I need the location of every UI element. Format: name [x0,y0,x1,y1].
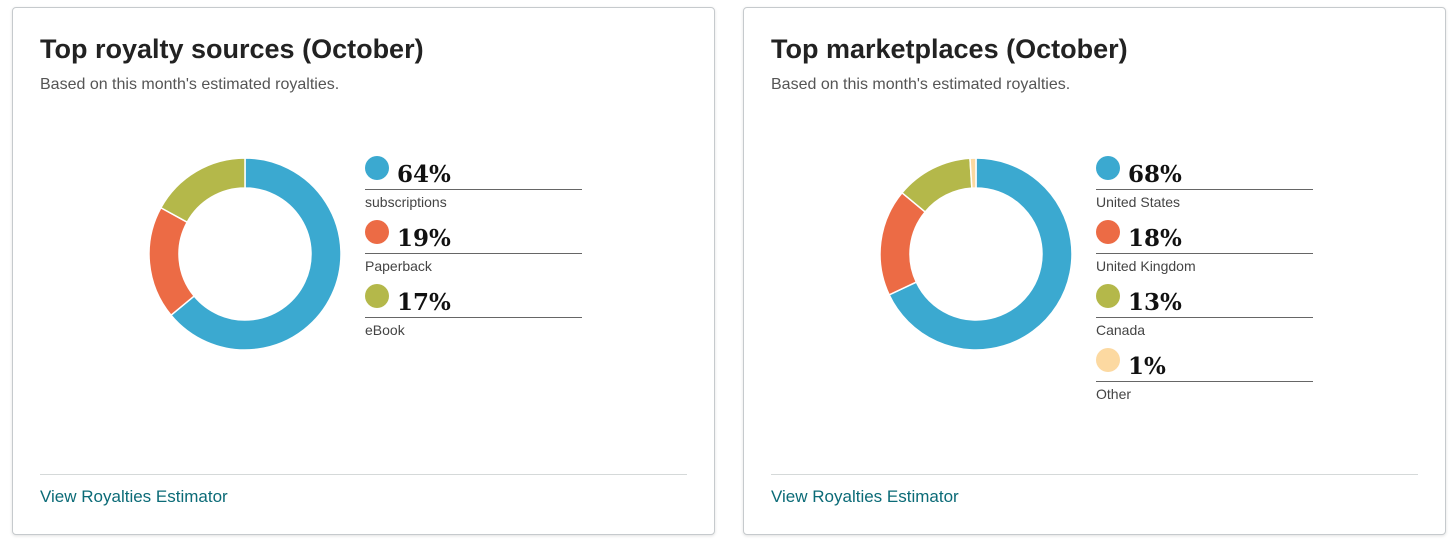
legend-item-ebook: 17% eBook [365,284,582,348]
marketplaces-donut-chart [879,157,1073,351]
card-title: Top marketplaces (October) [771,34,1128,64]
legend-label: Canada [1096,322,1146,338]
royalty-sources-donut-chart [148,157,342,351]
donut-slice-other [969,157,977,189]
legend-item-other: 1% Other [1096,348,1313,412]
legend-swatch-icon [365,220,389,244]
legend-value: 17% [397,289,451,316]
legend-item-paperback: 19% Paperback [365,220,582,284]
donut-slice-united-kingdom [879,191,927,296]
legend-swatch-icon [365,156,389,180]
view-royalties-estimator-link[interactable]: View Royalties Estimator [771,487,959,507]
legend-divider [1096,317,1313,318]
view-royalties-estimator-link[interactable]: View Royalties Estimator [40,487,228,507]
card-title: Top royalty sources (October) [40,34,424,64]
legend-value: 1% [1128,353,1166,380]
donut-slice-ebook [159,157,246,224]
legend-swatch-icon [1096,220,1120,244]
card-subtitle: Based on this month's estimated royaltie… [40,76,340,93]
legend-divider [365,253,582,254]
legend-divider [365,317,582,318]
marketplaces-card: Top marketplaces (October) Based on this… [743,7,1446,535]
legend-value: 18% [1128,225,1182,252]
card-footer-divider [771,474,1418,475]
legend-item-united-states: 68% United States [1096,156,1313,220]
legend-divider [1096,253,1313,254]
legend-value: 68% [1128,161,1182,188]
legend-label: Other [1096,386,1132,402]
legend-swatch-icon [1096,284,1120,308]
legend-divider [1096,189,1313,190]
legend-label: United Kingdom [1096,258,1196,274]
legend-label: subscriptions [365,194,447,210]
legend-label: United States [1096,194,1181,210]
legend-swatch-icon [1096,156,1120,180]
card-footer-divider [40,474,687,475]
marketplaces-legend: 68% United States 18% United Kingdom 13%… [1096,156,1313,412]
card-subtitle: Based on this month's estimated royaltie… [771,76,1071,93]
legend-divider [1096,381,1313,382]
legend-value: 19% [397,225,451,252]
royalty-sources-card: Top royalty sources (October) Based on t… [12,7,715,535]
legend-divider [365,189,582,190]
legend-value: 13% [1128,289,1182,316]
legend-item-subscriptions: 64% subscriptions [365,156,582,220]
legend-label: Paperback [365,258,432,274]
legend-value: 64% [397,161,451,188]
legend-label: eBook [365,322,405,338]
legend-swatch-icon [365,284,389,308]
donut-slice-paperback [148,206,196,317]
royalty-sources-legend: 64% subscriptions 19% Paperback 17% eBoo… [365,156,582,348]
legend-item-united-kingdom: 18% United Kingdom [1096,220,1313,284]
legend-item-canada: 13% Canada [1096,284,1313,348]
legend-swatch-icon [1096,348,1120,372]
